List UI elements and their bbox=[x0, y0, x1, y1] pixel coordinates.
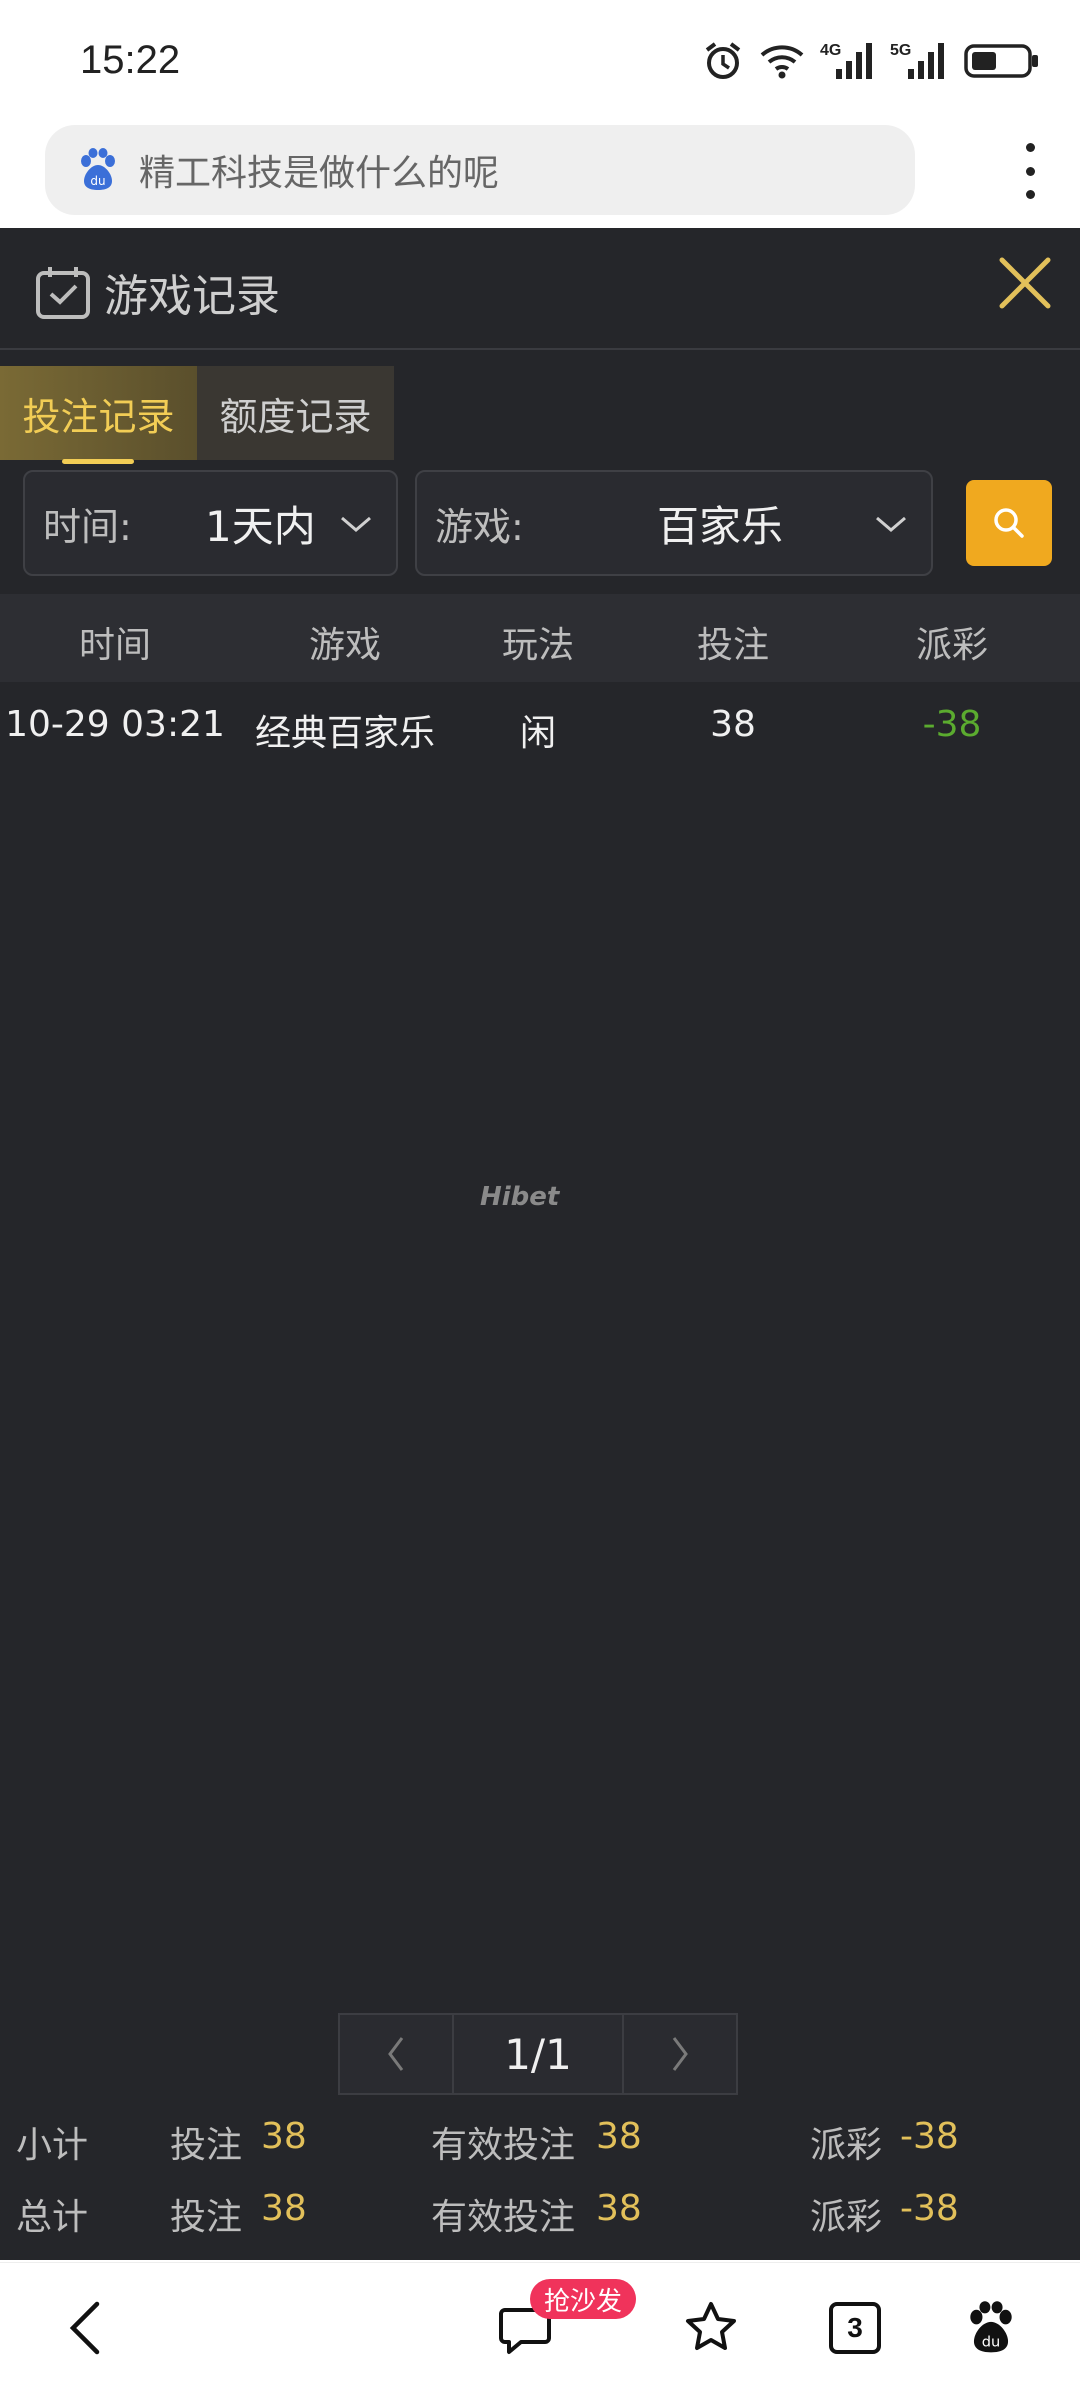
filters-bar: 时间: 1天内 游戏: 百家乐 bbox=[0, 470, 1080, 580]
back-button[interactable] bbox=[50, 2293, 120, 2363]
baidu-paw-icon: du bbox=[81, 148, 115, 190]
star-icon bbox=[686, 2302, 736, 2350]
time-filter-value: 1天内 bbox=[205, 501, 316, 551]
game-records-panel: 游戏记录 投注记录 额度记录 时间: 1天内 游戏: 百家乐 时间 游戏 玩法 … bbox=[0, 228, 1080, 2260]
subtotal-bet-label: 投注 bbox=[170, 2125, 243, 2166]
tab-bet-records[interactable]: 投注记录 bbox=[0, 366, 197, 464]
subtotal-valid-value: 38 bbox=[596, 2116, 642, 2157]
signal-5g-label: 5G bbox=[890, 42, 911, 59]
browser-bar: du 精工科技是做什么的呢 bbox=[0, 125, 1080, 230]
game-filter-select[interactable]: 游戏: 百家乐 bbox=[415, 470, 933, 576]
total-valid-value: 38 bbox=[596, 2188, 642, 2229]
game-filter-value: 百家乐 bbox=[657, 501, 784, 551]
column-header-play: 玩法 bbox=[501, 625, 575, 666]
subtotal-valid-label: 有效投注 bbox=[431, 2125, 576, 2166]
search-icon bbox=[994, 508, 1024, 538]
comment-badge: 抢沙发 bbox=[530, 2279, 637, 2319]
cell-time: 10-29 03:21 bbox=[5, 704, 225, 745]
next-page-button[interactable] bbox=[622, 2013, 738, 2095]
baidu-paw-icon: du bbox=[970, 2301, 1012, 2353]
more-menu-icon[interactable] bbox=[1020, 143, 1040, 199]
total-payout-value: -38 bbox=[900, 2188, 959, 2229]
record-tabs: 投注记录 额度记录 bbox=[0, 366, 394, 464]
subtotal-payout-value: -38 bbox=[900, 2116, 959, 2157]
time-filter-label: 时间: bbox=[43, 504, 132, 549]
browser-search-text: 精工科技是做什么的呢 bbox=[139, 153, 500, 194]
status-icons: 4G 5G bbox=[702, 36, 1040, 86]
baidu-home-button[interactable]: du bbox=[956, 2293, 1026, 2363]
tab-count-icon: 3 bbox=[829, 2302, 881, 2354]
panel-title: 游戏记录 bbox=[104, 271, 280, 322]
search-button[interactable] bbox=[966, 480, 1052, 566]
signal-5g-icon: 5G bbox=[890, 39, 950, 83]
chevron-right-icon bbox=[672, 2037, 688, 2071]
battery-icon bbox=[964, 43, 1040, 79]
total-bet-value: 38 bbox=[261, 2188, 307, 2229]
chevron-down-icon bbox=[341, 516, 371, 532]
panel-header: 游戏记录 bbox=[0, 228, 1080, 350]
wifi-icon bbox=[758, 41, 806, 81]
records-icon bbox=[36, 267, 90, 319]
table-row[interactable]: 10-29 03:21 经典百家乐 闲 38 -38 bbox=[0, 684, 1080, 764]
cell-game: 经典百家乐 bbox=[254, 713, 436, 754]
subtotal-bet-value: 38 bbox=[261, 2116, 307, 2157]
status-time: 15:22 bbox=[80, 38, 181, 82]
subtotal-label: 小计 bbox=[16, 2125, 89, 2166]
signal-4g-icon: 4G bbox=[820, 39, 876, 83]
chevron-left-icon bbox=[388, 2037, 404, 2071]
total-bet-label: 投注 bbox=[170, 2197, 243, 2238]
back-arrow-icon bbox=[69, 2301, 100, 2355]
chevron-down-icon bbox=[876, 516, 906, 532]
page-indicator: 1/1 bbox=[452, 2013, 624, 2095]
total-valid-label: 有效投注 bbox=[431, 2197, 576, 2238]
svg-text:du: du bbox=[90, 174, 105, 188]
column-header-game: 游戏 bbox=[308, 625, 382, 666]
subtotal-payout-label: 派彩 bbox=[810, 2125, 883, 2166]
watermark-logo: Hibet bbox=[480, 1182, 560, 1212]
svg-text:du: du bbox=[982, 2333, 1001, 2350]
total-row: 总计 投注 38 有效投注 38 派彩 -38 bbox=[0, 2180, 1080, 2240]
time-filter-select[interactable]: 时间: 1天内 bbox=[23, 470, 398, 576]
column-header-payout: 派彩 bbox=[915, 625, 989, 666]
status-bar: 15:22 4G 5G bbox=[0, 0, 1080, 125]
signal-4g-label: 4G bbox=[820, 42, 841, 59]
pagination: 1/1 bbox=[338, 2013, 738, 2095]
close-icon[interactable] bbox=[990, 248, 1060, 318]
total-payout-label: 派彩 bbox=[810, 2197, 883, 2238]
browser-search-bar[interactable]: du 精工科技是做什么的呢 bbox=[45, 125, 915, 215]
total-label: 总计 bbox=[16, 2197, 89, 2238]
column-header-bet: 投注 bbox=[696, 625, 770, 666]
table-header: 时间 游戏 玩法 投注 派彩 bbox=[0, 594, 1080, 682]
column-header-time: 时间 bbox=[78, 625, 152, 666]
prev-page-button[interactable] bbox=[338, 2013, 454, 2095]
tab-credit-records[interactable]: 额度记录 bbox=[197, 366, 394, 460]
cell-play: 闲 bbox=[519, 713, 557, 754]
cell-payout: -38 bbox=[922, 704, 982, 745]
tabs-button[interactable]: 3 bbox=[820, 2293, 890, 2363]
cell-bet: 38 bbox=[710, 704, 756, 745]
alarm-icon bbox=[702, 40, 744, 82]
game-filter-label: 游戏: bbox=[435, 504, 524, 549]
favorite-button[interactable] bbox=[676, 2293, 746, 2363]
bottom-nav: 抢沙发 3 du bbox=[0, 2262, 1080, 2388]
subtotal-row: 小计 投注 38 有效投注 38 派彩 -38 bbox=[0, 2108, 1080, 2168]
